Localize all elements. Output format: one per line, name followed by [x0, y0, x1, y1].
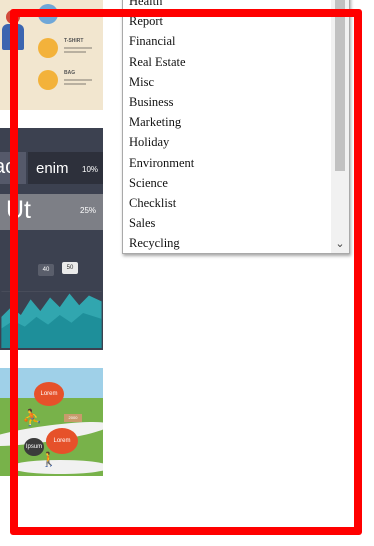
- highlight-frame: [10, 9, 362, 535]
